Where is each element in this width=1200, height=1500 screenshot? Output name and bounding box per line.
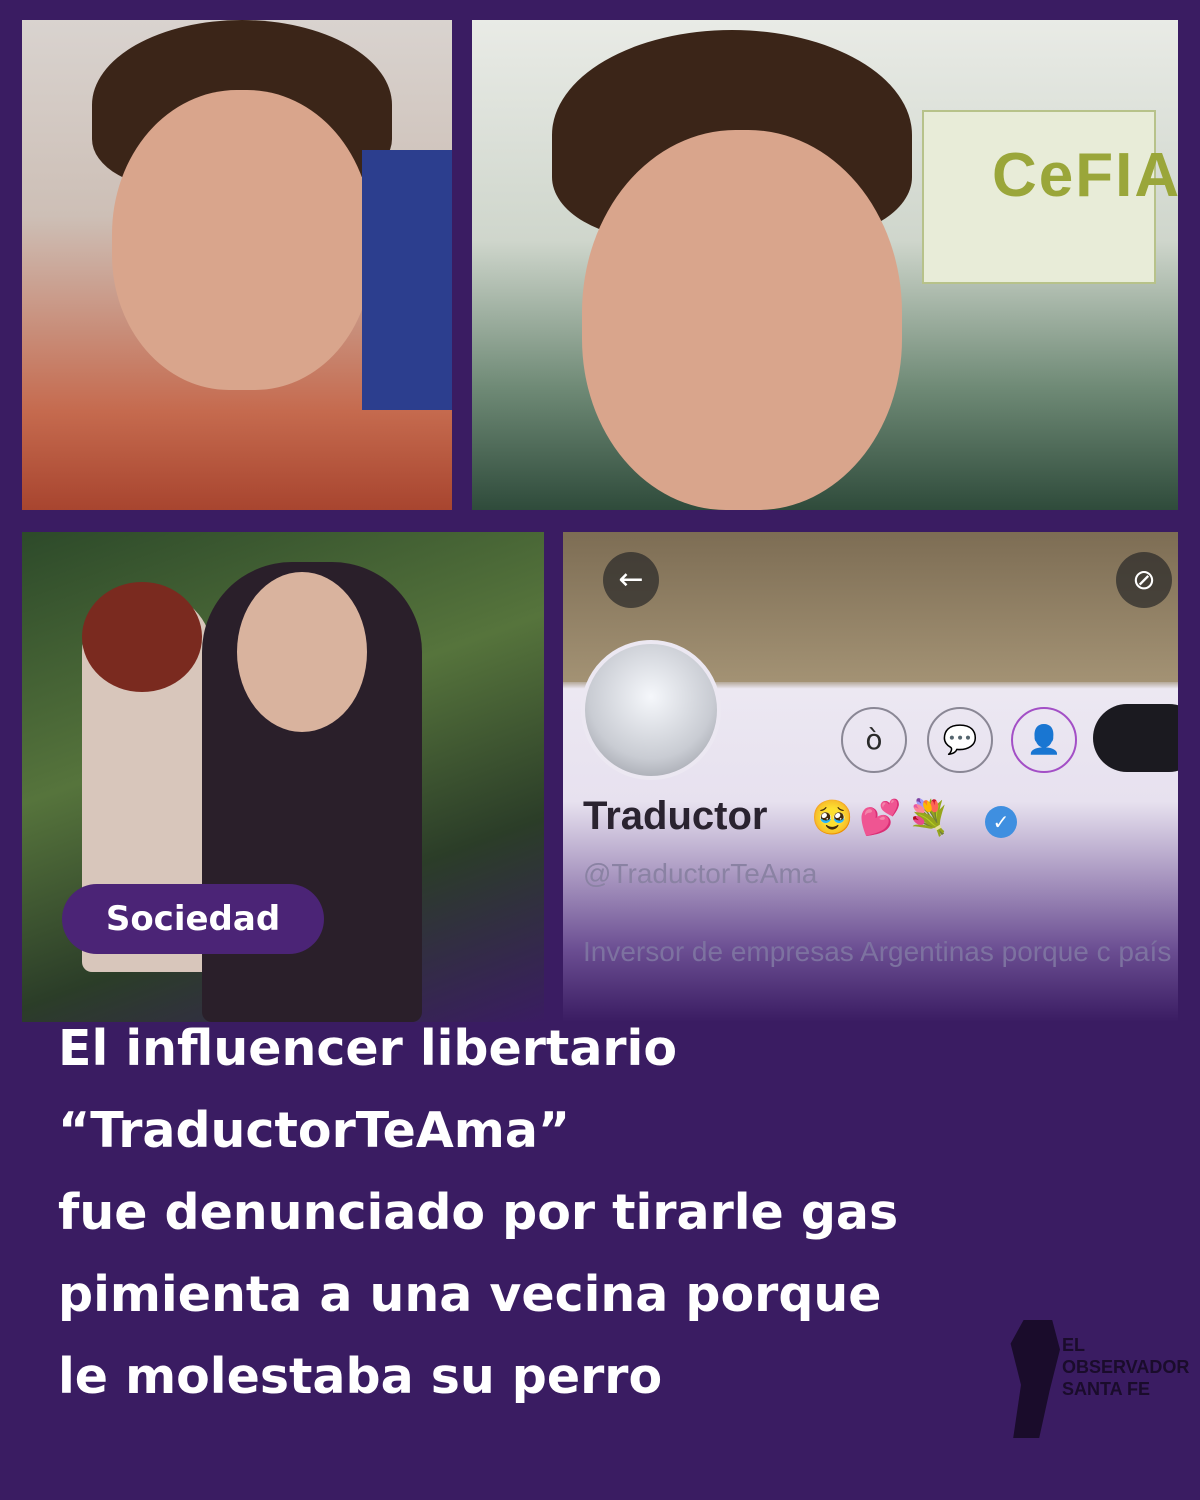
subscribe-icon[interactable]: 👤 (1011, 707, 1077, 773)
brand-line: El (1062, 1335, 1086, 1355)
face-shape (112, 90, 372, 390)
brand-logo-text: El Observador Santa Fe (1062, 1334, 1189, 1400)
more-icon[interactable]: ⊘ (1116, 552, 1172, 608)
tip-icon[interactable]: ò (841, 707, 907, 773)
headline: El influencer libertario “TraductorTeAma… (58, 1008, 1058, 1418)
follow-button[interactable] (1093, 704, 1178, 772)
profile-avatar[interactable] (581, 640, 721, 780)
cefia-sign-text: CeFIA (992, 141, 1178, 210)
headline-line: pimienta a una vecina porque (58, 1266, 882, 1323)
profile-screenshot: ← ⊘ ò 💬 👤 Traductor 🥹💕💐 ✓ @TraductorTeAm… (563, 532, 1178, 1022)
profile-emojis: 🥹💕💐 (811, 798, 957, 838)
profile-bio: Inversor de empresas Argentinas porque c… (583, 936, 1173, 967)
brand-logo: El Observador Santa Fe (1008, 1320, 1189, 1440)
headline-line: le molestaba su perro (58, 1348, 663, 1405)
face-shape (582, 130, 902, 510)
santa-fe-map-icon (1010, 1320, 1060, 1438)
headline-line: El influencer libertario (58, 1020, 678, 1077)
monitor-shape (362, 150, 452, 410)
brand-line: Santa Fe (1062, 1379, 1150, 1399)
brand-line: Observador (1062, 1357, 1190, 1377)
photo-man-selfie (22, 20, 452, 510)
message-icon[interactable]: 💬 (927, 707, 993, 773)
woman-face (237, 572, 367, 732)
headline-line: “TraductorTeAma” (58, 1102, 571, 1159)
verified-badge-icon: ✓ (985, 806, 1017, 838)
headscarf-shape (82, 582, 202, 692)
category-badge: Sociedad (62, 884, 324, 954)
photo-man-portrait: CeFIA (472, 20, 1178, 510)
headline-line: fue denunciado por tirarle gas (58, 1184, 899, 1241)
back-arrow-icon[interactable]: ← (603, 552, 659, 608)
profile-handle: @TraductorTeAma (583, 858, 818, 889)
profile-name: Traductor (583, 794, 768, 838)
